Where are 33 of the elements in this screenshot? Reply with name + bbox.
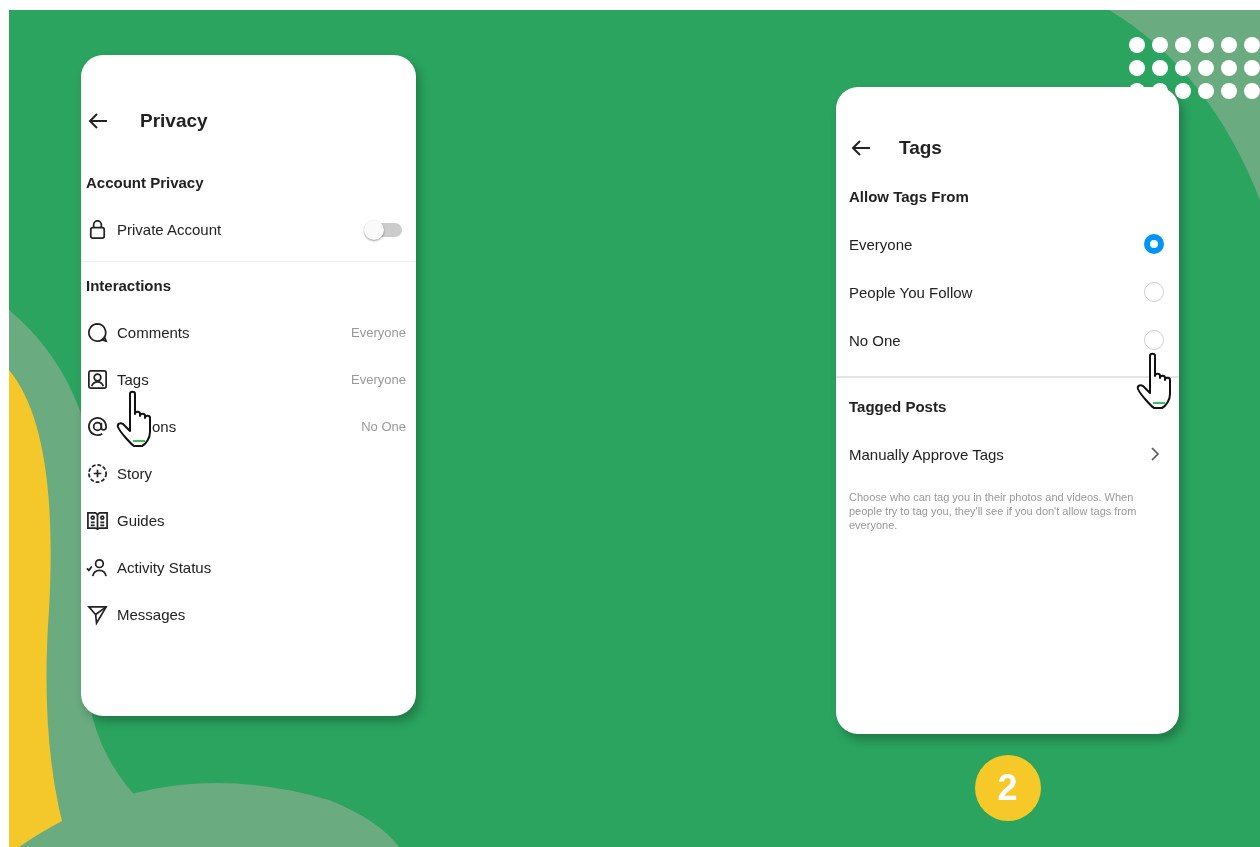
comment-bubble-icon (86, 321, 109, 344)
option-label[interactable]: Everyone (849, 235, 913, 253)
option-label[interactable]: People You Follow (849, 283, 973, 301)
section-heading: Tagged Posts (849, 396, 948, 417)
section-heading: Account Privacy (86, 173, 205, 193)
help-text: Choose who can tag you in their photos and videos. When people try to tag you, they'll see if you don't allow tags from everyone. (849, 490, 1138, 532)
menu-item-label[interactable]: Story (117, 465, 152, 482)
menu-item-label[interactable]: Manually Approve Tags (849, 445, 1004, 463)
menu-item-label[interactable]: ons (152, 418, 177, 435)
option-label[interactable]: No One (849, 331, 901, 349)
menu-item-label[interactable]: Tags (117, 371, 149, 388)
menu-item-label[interactable]: Activity Status (117, 559, 212, 576)
toggle-switch[interactable] (366, 222, 402, 237)
menu-item-label[interactable]: Messages (117, 606, 186, 623)
person-square-icon (86, 368, 109, 391)
screen-title: Privacy (140, 110, 208, 132)
open-book-icon (86, 509, 109, 532)
paper-plane-icon (86, 603, 109, 626)
person-check-icon (86, 556, 109, 579)
section-heading: Interactions (86, 276, 173, 296)
screen-title: Tags (899, 137, 942, 159)
setting-value: Everyone (351, 372, 406, 387)
setting-value: Everyone (351, 325, 406, 340)
story-plus-icon (86, 462, 109, 485)
menu-item-label[interactable]: Comments (117, 324, 190, 341)
section-heading: Allow Tags From (849, 186, 970, 207)
menu-item-label[interactable]: Guides (117, 512, 165, 529)
at-sign-icon (86, 415, 109, 438)
radio-button[interactable] (1144, 234, 1164, 254)
setting-value: No One (361, 419, 406, 434)
step-badge: 2 (974, 755, 1041, 821)
chevron-right-icon[interactable] (1150, 446, 1160, 462)
menu-item-label[interactable]: Private Account (117, 221, 222, 238)
